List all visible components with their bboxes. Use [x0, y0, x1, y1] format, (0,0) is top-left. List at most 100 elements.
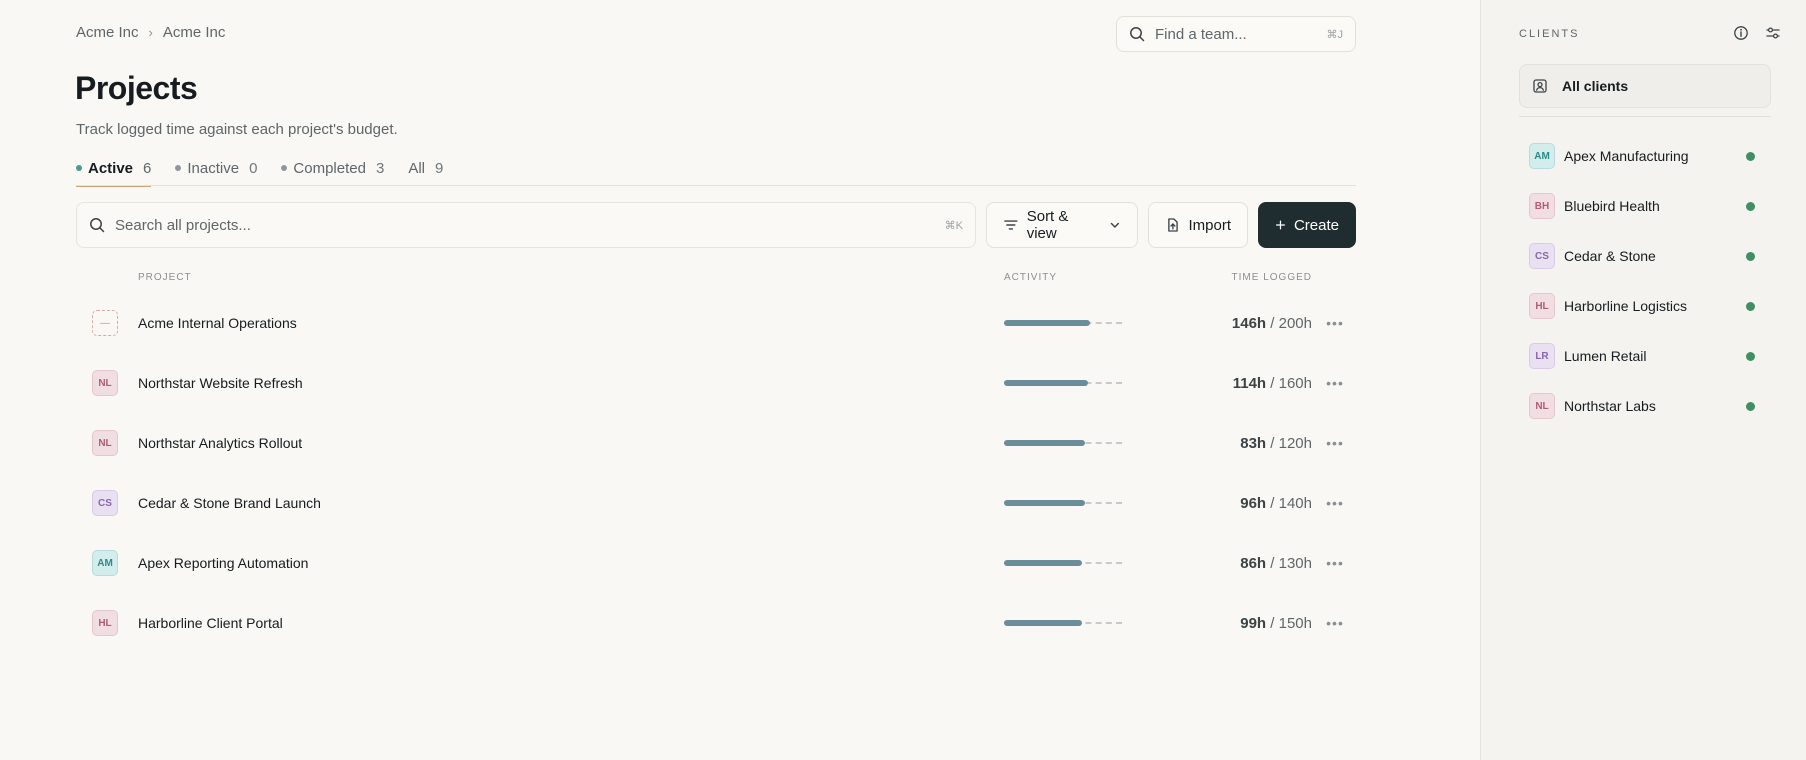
- clients-sidebar: CLIENTS All clients AM Apex Manufacturin…: [1480, 0, 1806, 760]
- tab-completed[interactable]: Completed 3: [281, 150, 384, 186]
- activity-bar: [1004, 500, 1122, 506]
- info-icon[interactable]: [1732, 24, 1750, 42]
- time-logged-value: 96h: [1240, 494, 1267, 512]
- project-search-input[interactable]: Search all projects... ⌘K: [76, 202, 976, 248]
- divider: [76, 185, 1356, 186]
- table-row[interactable]: NL Northstar Analytics Rollout 83h / 120…: [76, 413, 1356, 473]
- time-logged-value: 146h: [1231, 314, 1267, 332]
- activity-bar: [1004, 560, 1122, 566]
- time-budget-value: / 120h: [1270, 434, 1312, 452]
- tab-count: 9: [434, 159, 444, 177]
- time-budget-value: / 150h: [1270, 614, 1312, 632]
- client-badge: AM: [1529, 143, 1555, 169]
- import-button[interactable]: Import: [1148, 202, 1248, 248]
- project-name[interactable]: Acme Internal Operations: [138, 315, 297, 331]
- breadcrumb: Acme Inc › Acme Inc: [76, 24, 225, 41]
- team-search-input[interactable]: Find a team... ⌘J: [1116, 16, 1356, 52]
- project-badge: NL: [92, 370, 118, 396]
- project-search-shortcut: ⌘K: [944, 219, 963, 232]
- project-badge: AM: [92, 550, 118, 576]
- client-list: AM Apex Manufacturing BH Bluebird Health…: [1519, 131, 1771, 431]
- activity-bar: [1004, 320, 1122, 326]
- time-budget-value: / 140h: [1270, 494, 1312, 512]
- time-logged: 99h / 150h: [1240, 615, 1312, 632]
- chevron-right-icon: ›: [148, 25, 153, 40]
- column-header-project[interactable]: PROJECT: [138, 272, 192, 283]
- tab-label: Inactive: [187, 159, 240, 177]
- tab-label: Active: [88, 159, 134, 177]
- more-horizontal-icon[interactable]: •••: [1326, 433, 1344, 453]
- sort-view-button[interactable]: Sort & view: [986, 202, 1138, 248]
- tab-count: 6: [143, 159, 152, 177]
- table-row[interactable]: AM Apex Reporting Automation 86h / 130h …: [76, 533, 1356, 593]
- client-name: Apex Manufacturing: [1564, 148, 1689, 164]
- tab-inactive[interactable]: Inactive 0: [175, 150, 257, 186]
- table-row[interactable]: HL Harborline Client Portal 99h / 150h •…: [76, 593, 1356, 653]
- sort-view-label: Sort & view: [1026, 208, 1069, 242]
- filter-lines-icon: [1004, 220, 1018, 230]
- table-row[interactable]: — Acme Internal Operations 146h / 200h •…: [76, 293, 1356, 353]
- tab-label: Completed: [293, 159, 366, 177]
- list-item[interactable]: HL Harborline Logistics: [1519, 281, 1771, 331]
- plus-icon: [1275, 220, 1286, 230]
- client-badge: NL: [1529, 393, 1555, 419]
- time-logged: 146h / 200h: [1232, 315, 1312, 332]
- status-dot-icon: [1746, 151, 1755, 161]
- client-badge: HL: [1529, 293, 1555, 319]
- project-name[interactable]: Northstar Website Refresh: [138, 375, 303, 391]
- team-search-shortcut: ⌘J: [1326, 28, 1344, 41]
- list-item[interactable]: NL Northstar Labs: [1519, 381, 1771, 431]
- page-title: Projects: [75, 70, 198, 106]
- more-horizontal-icon[interactable]: •••: [1326, 373, 1344, 393]
- tab-active[interactable]: Active 6: [76, 150, 152, 187]
- table-header: PROJECT ACTIVITY TIME LOGGED: [76, 272, 1356, 288]
- activity-bar: [1004, 380, 1122, 386]
- column-header-time-logged[interactable]: TIME LOGGED: [1232, 272, 1312, 283]
- list-item[interactable]: AM Apex Manufacturing: [1519, 131, 1771, 181]
- time-logged: 114h / 160h: [1233, 375, 1312, 392]
- time-logged-value: 114h: [1232, 374, 1267, 392]
- column-header-activity[interactable]: ACTIVITY: [1004, 272, 1057, 283]
- status-dot-icon: [1746, 401, 1755, 411]
- breadcrumb-item-current[interactable]: Acme Inc: [163, 24, 226, 41]
- status-tabs: Active 6 Inactive 0 Completed 3 All 9: [76, 150, 467, 187]
- time-logged: 86h / 130h: [1240, 555, 1312, 572]
- table-row[interactable]: CS Cedar & Stone Brand Launch 96h / 140h…: [76, 473, 1356, 533]
- list-item[interactable]: LR Lumen Retail: [1519, 331, 1771, 381]
- time-budget-value: / 200h: [1270, 314, 1312, 332]
- table-row[interactable]: NL Northstar Website Refresh 114h / 160h…: [76, 353, 1356, 413]
- project-name[interactable]: Apex Reporting Automation: [138, 555, 308, 571]
- time-logged-value: 86h: [1240, 554, 1267, 572]
- time-budget-value: / 160h: [1270, 374, 1312, 392]
- list-item[interactable]: CS Cedar & Stone: [1519, 231, 1771, 281]
- project-name[interactable]: Northstar Analytics Rollout: [138, 435, 302, 451]
- sliders-icon[interactable]: [1764, 24, 1782, 42]
- client-badge: LR: [1529, 343, 1555, 369]
- status-dot-icon: [76, 165, 82, 171]
- more-horizontal-icon[interactable]: •••: [1326, 553, 1344, 573]
- project-name[interactable]: Cedar & Stone Brand Launch: [138, 495, 321, 511]
- status-dot-icon: [175, 165, 182, 171]
- status-dot-icon: [1746, 201, 1755, 211]
- project-badge: CS: [92, 490, 118, 516]
- time-budget-value: / 130h: [1270, 554, 1312, 572]
- import-label: Import: [1188, 216, 1231, 234]
- more-horizontal-icon[interactable]: •••: [1326, 493, 1344, 513]
- project-badge: HL: [92, 610, 118, 636]
- tab-all[interactable]: All 9: [408, 150, 443, 186]
- time-logged-value: 99h: [1240, 614, 1267, 632]
- toolbar: Search all projects... ⌘K Sort & view Im…: [76, 202, 1356, 248]
- activity-bar: [1004, 440, 1122, 446]
- breadcrumb-item-org[interactable]: Acme Inc: [76, 24, 139, 41]
- more-horizontal-icon[interactable]: •••: [1326, 313, 1344, 333]
- list-item[interactable]: BH Bluebird Health: [1519, 181, 1771, 231]
- status-dot-icon: [1746, 251, 1755, 261]
- all-clients-button[interactable]: All clients: [1519, 64, 1771, 108]
- time-logged: 96h / 140h: [1240, 495, 1312, 512]
- project-name[interactable]: Harborline Client Portal: [138, 615, 283, 631]
- all-clients-label: All clients: [1562, 78, 1629, 94]
- more-horizontal-icon[interactable]: •••: [1326, 613, 1344, 633]
- client-badge: BH: [1529, 193, 1555, 219]
- contact-card-icon: [1533, 79, 1547, 93]
- create-button[interactable]: Create: [1258, 202, 1356, 248]
